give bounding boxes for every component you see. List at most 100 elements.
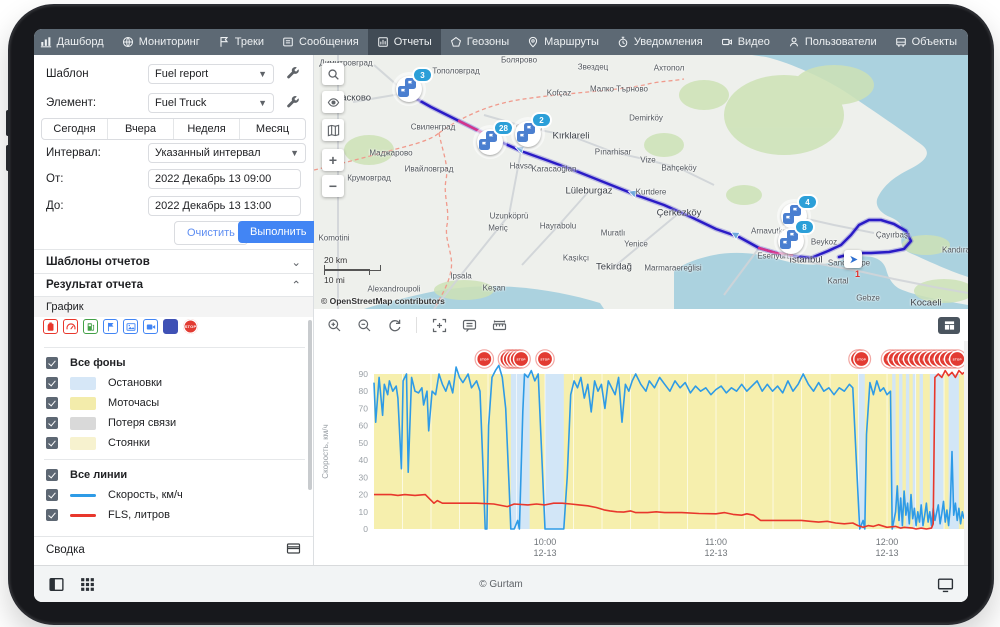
nav-tab-monitoring[interactable]: Мониторинг <box>113 29 209 55</box>
quick-range-0[interactable]: Сегодня <box>42 119 107 139</box>
stop-icon[interactable]: STOP <box>183 319 198 334</box>
scale-km-label: 20 km <box>324 254 348 265</box>
line-swatch <box>70 513 96 517</box>
nav-tab-users[interactable]: Пользователи <box>779 29 886 55</box>
legend-bg-0: Остановки <box>34 373 313 393</box>
template-select[interactable]: Fuel report ▼ <box>148 64 274 84</box>
map-zoom-in-button[interactable]: + <box>322 149 344 171</box>
element-settings-icon[interactable] <box>286 95 300 112</box>
svg-text:30: 30 <box>359 472 369 482</box>
nav-tab-messages[interactable]: Сообщения <box>273 29 368 55</box>
chart-tooltip-button[interactable] <box>461 317 477 333</box>
nav-tab-tracks[interactable]: Треки <box>209 29 273 55</box>
speeding-icon[interactable] <box>63 319 78 334</box>
cluster-marker[interactable]: 28 <box>473 120 514 159</box>
flag-icon <box>780 238 791 249</box>
interval-select[interactable]: Указанный интервал ▼ <box>148 143 306 163</box>
map-visibility-button[interactable] <box>322 91 344 113</box>
toolbar-separator <box>416 317 417 333</box>
chart-zoom-out-button[interactable] <box>356 317 372 333</box>
svg-text:80: 80 <box>359 386 369 396</box>
result-item-chart[interactable]: График <box>34 297 313 317</box>
image-icon[interactable] <box>123 319 138 334</box>
from-date-input[interactable]: 2022 Декабрь 13 09:00 <box>148 169 301 189</box>
svg-text:11:00: 11:00 <box>705 537 727 547</box>
chart-panel[interactable]: STOPSTOPSTOPSTOPSTOPSTOPSTOPSTOPSTOPSTOP… <box>314 341 968 566</box>
svg-text:12-13: 12-13 <box>876 548 899 558</box>
nav-tab-video[interactable]: Видео <box>712 29 779 55</box>
map-search-button[interactable] <box>322 63 344 85</box>
svg-text:12:00: 12:00 <box>876 537 899 547</box>
nav-tab-units[interactable]: Объекты <box>886 29 966 55</box>
divider <box>44 459 305 460</box>
chart-scrollbar[interactable] <box>964 341 968 566</box>
section-report-templates[interactable]: Шаблоны отчетов ⌄ <box>34 249 313 273</box>
parking-icon[interactable]: P <box>163 319 178 334</box>
stop-marker[interactable]: STOP <box>851 349 872 369</box>
chart-measure-button[interactable] <box>491 317 507 333</box>
chevron-down-icon: ⌄ <box>291 256 301 269</box>
legend-all-lines: Все линии <box>34 465 313 485</box>
to-label: До: <box>46 200 64 212</box>
cluster-marker[interactable]: 3 <box>392 67 433 106</box>
checkbox[interactable] <box>46 509 58 521</box>
checkbox[interactable] <box>46 397 58 409</box>
event-flag-icon[interactable] <box>103 319 118 334</box>
volume-up-button <box>6 110 10 136</box>
map-layers-button[interactable] <box>322 119 344 141</box>
chart-zoom-in-button[interactable] <box>326 317 342 333</box>
map-zoom-out-button[interactable]: − <box>322 175 344 197</box>
nav-tab-reports[interactable]: Отчеты <box>367 29 441 55</box>
chart-toolbar <box>314 309 968 342</box>
color-swatch <box>70 416 96 430</box>
checkbox[interactable] <box>46 377 58 389</box>
fuel-theft-icon[interactable] <box>43 319 58 334</box>
checkbox[interactable] <box>46 417 58 429</box>
quick-range-3[interactable]: Месяц <box>239 119 305 139</box>
cluster-marker[interactable]: 8 <box>774 219 815 258</box>
chevron-down-icon: ▼ <box>258 69 267 79</box>
element-select[interactable]: Fuel Truck ▼ <box>148 93 274 113</box>
quick-range-2[interactable]: Неделя <box>173 119 239 139</box>
routes-icon <box>527 36 539 48</box>
summary-row[interactable]: Сводка <box>34 536 313 562</box>
svg-text:0: 0 <box>363 524 368 534</box>
unit-marker[interactable] <box>844 250 862 268</box>
video-icon <box>721 36 733 48</box>
nav-tab-routes[interactable]: Маршруты <box>518 29 608 55</box>
interval-label: Интервал: <box>46 147 101 159</box>
nav-tab-notifications[interactable]: Уведомления <box>608 29 712 55</box>
chart-reset-zoom-button[interactable] <box>386 317 402 333</box>
stop-marker[interactable]: STOP <box>535 349 555 369</box>
summary-table-icon[interactable] <box>286 541 301 559</box>
video-marker-icon[interactable] <box>143 319 158 334</box>
sidebar-scrollbar[interactable] <box>308 320 312 490</box>
execute-button[interactable]: Выполнить <box>238 221 319 243</box>
notifications-icon <box>617 36 629 48</box>
clear-button[interactable]: Очистить <box>174 221 248 245</box>
cluster-marker[interactable]: 2 <box>511 112 552 151</box>
nav-tab-geofences[interactable]: Геозоны <box>441 29 518 55</box>
nav-tab-dashboard[interactable]: Дашборд <box>34 29 113 55</box>
template-settings-icon[interactable] <box>286 66 300 83</box>
svg-text:Скорость, км/ч: Скорость, км/ч <box>321 424 330 478</box>
section-report-result[interactable]: Результат отчета ⌃ <box>34 273 313 297</box>
color-swatch <box>70 376 96 390</box>
to-date-input[interactable]: 2022 Декабрь 13 13:00 <box>148 196 301 216</box>
filling-icon[interactable] <box>83 319 98 334</box>
map-panel[interactable]: Димитровград Хасково Тополовград Болярово Зв… <box>314 55 968 309</box>
quick-range-1[interactable]: Вчера <box>107 119 173 139</box>
chart-table-button[interactable] <box>938 316 960 334</box>
speed-fuel-chart[interactable]: STOPSTOPSTOPSTOPSTOPSTOPSTOPSTOPSTOPSTOP… <box>314 341 968 566</box>
chart-fit-button[interactable] <box>431 317 447 333</box>
checkbox[interactable] <box>46 437 58 449</box>
stop-marker[interactable]: STOP <box>511 349 531 369</box>
top-navigation: Дашборд Мониторинг Треки Сообщения Отчеты Гео… <box>34 29 968 55</box>
checkbox[interactable] <box>46 469 58 481</box>
stop-marker[interactable]: STOP <box>474 349 495 369</box>
volume-down-button <box>6 145 10 171</box>
checkbox[interactable] <box>46 357 58 369</box>
color-swatch <box>70 436 96 450</box>
app-screen: Дашборд Мониторинг Треки Сообщения Отчеты Гео… <box>34 29 968 602</box>
checkbox[interactable] <box>46 489 58 501</box>
